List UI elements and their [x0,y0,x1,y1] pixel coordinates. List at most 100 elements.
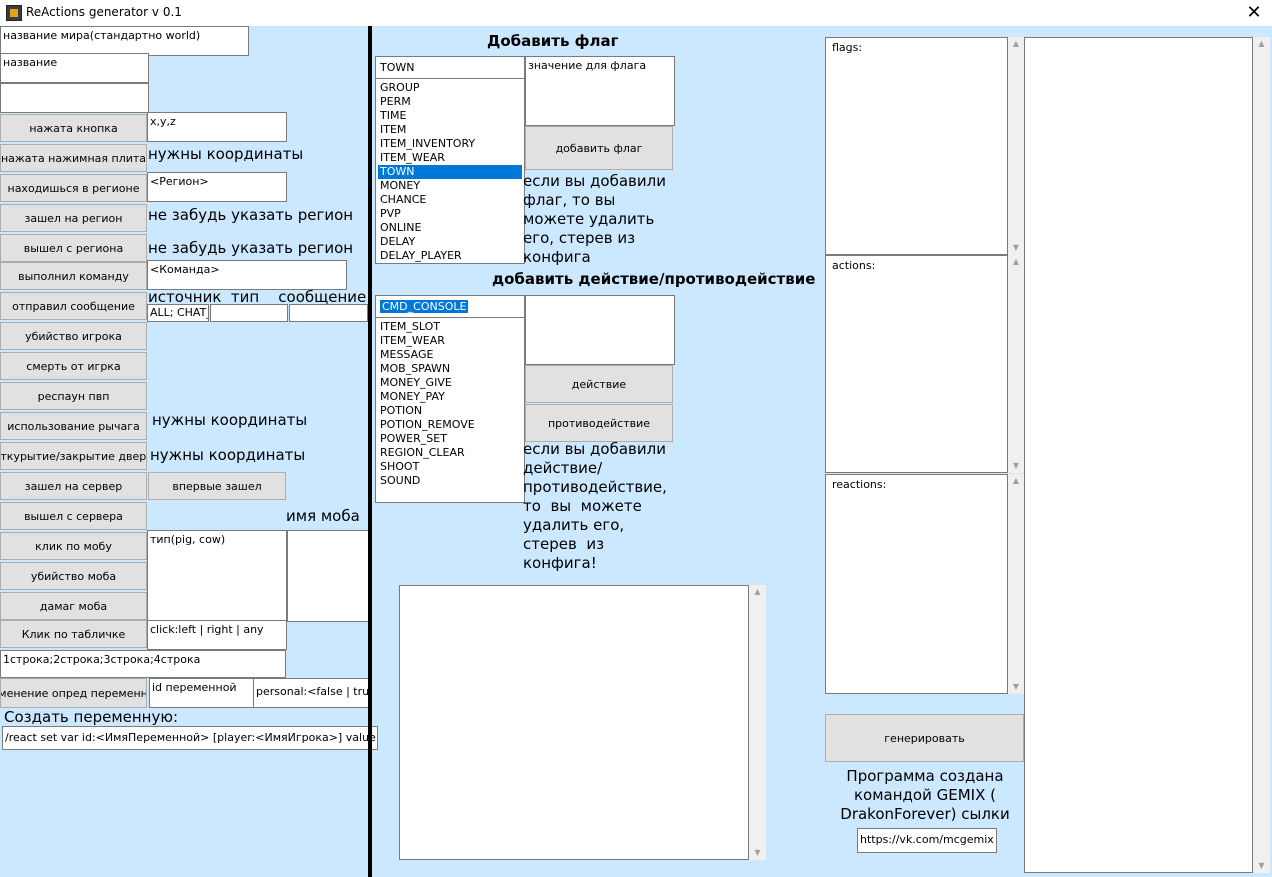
scroll-down-icon[interactable]: ▼ [1253,859,1270,873]
region-exit-button[interactable]: вышел с региона [0,234,147,262]
blank-field[interactable] [0,83,149,113]
command-field[interactable]: <Команда> [147,260,347,290]
flag-listbox[interactable]: TOWN GROUP PERM TIME ITEM ITEM_INVENTORY ITEM… [375,56,525,264]
world-name-field[interactable]: название мира(стандартно world) [0,26,249,56]
list-item[interactable]: ITEM_WEAR [378,151,522,165]
actions-box[interactable]: actions: [825,255,1008,473]
player-kill-button[interactable]: убийство игрока [0,322,147,350]
flags-scrollbar[interactable]: ▲ ▼ [1008,37,1024,255]
list-item[interactable]: SHOOT [378,460,522,474]
sign-lines-field[interactable]: 1строка;2строка;3строка;4строка [0,650,286,678]
list-item[interactable]: DELAY [378,235,522,249]
scroll-up-icon[interactable]: ▲ [1008,474,1024,488]
list-item[interactable]: GROUP [378,81,522,95]
scroll-down-icon[interactable]: ▼ [1008,459,1024,473]
scroll-down-icon[interactable]: ▼ [1008,241,1024,255]
lever-use-button[interactable]: использование рычага [0,412,147,440]
sign-click-button[interactable]: Клик по табличке [0,620,147,648]
list-item[interactable]: ONLINE [378,221,522,235]
scroll-down-icon[interactable]: ▼ [1008,680,1024,694]
flags-box[interactable]: flags: [825,37,1008,255]
reactions-scrollbar[interactable]: ▲ ▼ [1008,474,1024,694]
message-type-field[interactable] [210,304,288,322]
hint-line: можете удалить [523,210,655,228]
plate-pressed-button[interactable]: нажата нажимная плита [0,144,147,172]
list-item[interactable]: ITEM_INVENTORY [378,137,522,151]
action-combo[interactable]: CMD_CONSOLE [376,296,524,318]
list-item[interactable]: PERM [378,95,522,109]
scroll-up-icon[interactable]: ▲ [1253,37,1270,51]
coords-hint-plate: нужны координаты [148,145,304,163]
list-item[interactable]: MONEY_PAY [378,390,522,404]
xyz-field[interactable]: x,y,z [147,112,287,142]
close-icon[interactable]: ✕ [1244,3,1264,23]
list-item[interactable]: CHANCE [378,193,522,207]
list-item[interactable]: TOWN [378,165,522,179]
message-source-field[interactable]: ALL; CHAT_ [147,304,209,322]
region-enter-button[interactable]: зашел на регион [0,204,147,232]
button-pressed-button[interactable]: нажата кнопка [0,114,147,142]
link-field[interactable]: https://vk.com/mcgemix [857,828,997,853]
list-item[interactable]: MONEY_GIVE [378,376,522,390]
list-item[interactable]: SOUND [378,474,522,488]
hint-line: то вы можете [523,497,642,515]
mob-click-button[interactable]: клик по мобу [0,532,147,560]
message-text-field[interactable] [289,304,368,322]
list-item[interactable]: MONEY [378,179,522,193]
list-item[interactable]: POWER_SET [378,432,522,446]
mob-kill-button[interactable]: убийство моба [0,562,147,590]
message-sent-button[interactable]: отправил сообщение [0,292,147,320]
sign-click-field[interactable]: click:left | right | any [147,620,287,650]
list-item[interactable]: MESSAGE [378,348,522,362]
in-region-button[interactable]: находишься в регионе [0,174,147,202]
flag-combo[interactable]: TOWN [376,57,524,79]
list-item[interactable]: DELAY_PLAYER [378,249,522,263]
name-field[interactable]: название [0,53,149,83]
list-item[interactable]: POTION_REMOVE [378,418,522,432]
hint-line: противодействие, [523,478,667,496]
mob-type-field[interactable]: тип(pig, cow) [147,530,287,622]
reaction-button[interactable]: противодействие [525,404,673,442]
window-client: название мира(стандартно world) название… [0,26,1272,877]
first-join-button[interactable]: впервые зашел [148,472,286,500]
add-flag-button[interactable]: добавить флаг [525,126,673,170]
list-item[interactable]: REGION_CLEAR [378,446,522,460]
list-item[interactable]: PVP [378,207,522,221]
var-id-field[interactable]: id переменной [149,678,254,708]
list-item[interactable]: ITEM [378,123,522,137]
action-button[interactable]: действие [525,365,673,403]
list-item[interactable]: ITEM_SLOT [378,320,522,334]
scroll-up-icon[interactable]: ▲ [1008,37,1024,51]
var-personal-field[interactable]: personal:<false | true> [253,678,372,708]
scroll-up-icon[interactable]: ▲ [1008,255,1024,269]
output-textarea[interactable] [399,585,749,860]
create-var-command-field[interactable]: /react set var id:<ИмяПеременной> [playe… [2,726,378,750]
actions-scrollbar[interactable]: ▲ ▼ [1008,255,1024,473]
output-scrollbar[interactable]: ▲ ▼ [749,585,766,860]
action-combo-value: CMD_CONSOLE [380,300,469,313]
server-join-button[interactable]: зашел на сервер [0,472,147,500]
list-item[interactable]: MOB_SPAWN [378,362,522,376]
server-quit-button[interactable]: вышел с сервера [0,502,147,530]
generate-button[interactable]: генерировать [825,714,1024,762]
reactions-box[interactable]: reactions: [825,474,1008,694]
door-toggle-button[interactable]: откурытие/закрытие двери [0,442,147,470]
player-death-button[interactable]: смерть от игрка [0,352,147,380]
flag-value-field[interactable]: значение для флага [525,56,675,126]
variable-change-button[interactable]: изменение опред переменной [0,678,147,708]
list-item[interactable]: POTION [378,404,522,418]
pvp-respawn-button[interactable]: респаун пвп [0,382,147,410]
result-textarea[interactable] [1024,37,1253,873]
result-scrollbar[interactable]: ▲ ▼ [1253,37,1270,873]
mob-damage-button[interactable]: дамаг моба [0,592,147,620]
hint-line: Программа создана [846,767,1004,785]
action-listbox[interactable]: CMD_CONSOLE ITEM_SLOT ITEM_WEAR MESSAGE MOB… [375,295,525,503]
scroll-down-icon[interactable]: ▼ [749,846,766,860]
list-item[interactable]: TIME [378,109,522,123]
region-field[interactable]: <Регион> [147,172,287,202]
command-run-button[interactable]: выполнил команду [0,262,147,290]
action-value-field[interactable] [525,295,675,365]
mob-name-field[interactable] [287,530,370,622]
scroll-up-icon[interactable]: ▲ [749,585,766,599]
list-item[interactable]: ITEM_WEAR [378,334,522,348]
